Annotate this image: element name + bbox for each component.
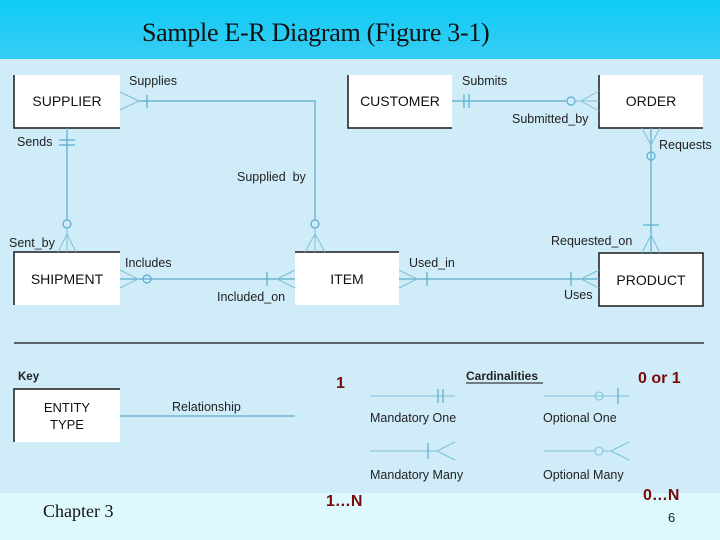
annotation-one: 1 xyxy=(336,375,345,392)
circle-optional-icon xyxy=(566,96,576,106)
relationship-used-in: Used_in Uses xyxy=(398,256,600,302)
annotation-zero-or-one: 0 or 1 xyxy=(638,370,681,387)
annotation-zero-to-n: 0…N xyxy=(643,487,679,504)
entity-label: SUPPLIER xyxy=(32,93,101,109)
entity-shipment: SHIPMENT xyxy=(13,251,120,305)
legend-key: Key ENTITY TYPE Relationship xyxy=(13,371,295,442)
key-entity-label: ENTITY xyxy=(44,400,91,415)
cardinalities-heading: Cardinalities xyxy=(466,369,538,383)
optional-many-circle-icon xyxy=(594,446,604,456)
entity-item: ITEM xyxy=(295,251,399,305)
crowfoot-many-icon xyxy=(575,90,600,112)
circle-optional-icon xyxy=(62,219,72,229)
crowfoot-many-icon xyxy=(57,228,77,253)
entity-order: ORDER xyxy=(598,75,703,129)
relationship-supplies: Supplies Supplied by xyxy=(119,74,326,253)
entity-product: PRODUCT xyxy=(598,252,704,307)
cardinality-label: Mandatory One xyxy=(370,411,456,425)
relationship-label: Used_in xyxy=(409,256,455,270)
page-number: 6 xyxy=(668,510,675,525)
key-heading: Key xyxy=(18,371,40,383)
relationship-label: Sends xyxy=(17,135,52,149)
cardinality-label: Optional Many xyxy=(543,468,624,482)
entity-customer: CUSTOMER xyxy=(347,75,452,129)
relationship-label: Requested_on xyxy=(551,234,632,248)
footer-chapter: Chapter 3 xyxy=(43,501,113,521)
relationship-label: Submits xyxy=(462,74,507,88)
mandatory-many-crowfoot-icon xyxy=(435,441,456,461)
entity-label: CUSTOMER xyxy=(360,93,440,109)
relationship-label: Submitted_by xyxy=(512,112,589,126)
entity-label: SHIPMENT xyxy=(31,271,104,287)
cardinality-label: Optional One xyxy=(543,411,617,425)
entity-supplier: SUPPLIER xyxy=(13,75,120,129)
relationship-submits: Submits Submitted_by xyxy=(452,74,600,126)
relationship-label: Supplied by xyxy=(237,170,307,184)
relationship-label: Uses xyxy=(564,288,592,302)
legend-cardinalities: Cardinalities Mandatory One Optional One… xyxy=(370,369,630,482)
crowfoot-many-icon xyxy=(304,228,326,253)
entity-label: ORDER xyxy=(626,93,677,109)
relationship-label: Sent_by xyxy=(9,236,56,250)
entity-label: PRODUCT xyxy=(616,272,686,288)
relationship-label: Supplies xyxy=(129,74,177,88)
cardinality-label: Mandatory Many xyxy=(370,468,464,482)
relationship-label: Included_on xyxy=(217,290,285,304)
entity-label: ITEM xyxy=(330,271,363,287)
key-entity-label: TYPE xyxy=(50,417,84,432)
relationship-label: Includes xyxy=(125,256,172,270)
relationship-sends: Sends Sent_by xyxy=(9,128,77,253)
optional-many-crowfoot-icon xyxy=(603,441,630,461)
relationship-requests: Requests Requested_on xyxy=(551,127,712,254)
annotation-one-to-n: 1…N xyxy=(326,493,362,510)
relationship-label: Requests xyxy=(659,138,712,152)
circle-optional-icon xyxy=(310,219,320,229)
crowfoot-many-icon xyxy=(119,91,141,111)
key-relationship-label: Relationship xyxy=(172,400,241,414)
relationship-includes: Includes Included_on xyxy=(119,256,296,304)
er-diagram: SUPPLIER CUSTOMER ORDER SHIPMENT ITEM PR… xyxy=(9,74,712,525)
